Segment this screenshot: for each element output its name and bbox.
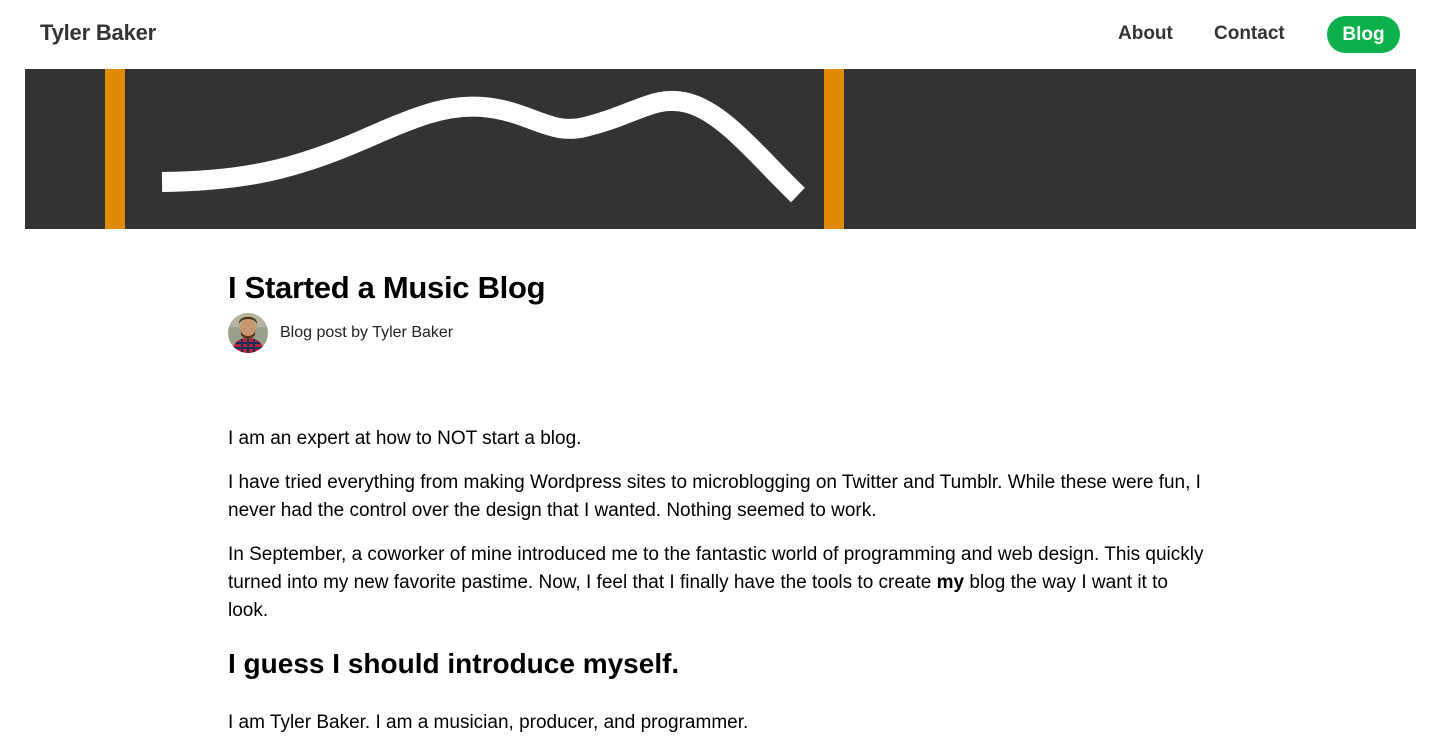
post-paragraph: I am an expert at how to NOT start a blo… <box>228 428 582 449</box>
nav-link-about[interactable]: About <box>1118 23 1173 45</box>
banner-background <box>25 69 1416 229</box>
post-paragraph: In September, a coworker of mine introdu… <box>228 541 1208 625</box>
brand-link[interactable]: Tyler Baker <box>40 20 156 46</box>
emphasis-text: my <box>936 572 965 593</box>
post-byline: Blog post by Tyler Baker <box>228 313 453 353</box>
hero-banner <box>25 69 1416 229</box>
top-nav: Tyler Baker About Contact Blog <box>0 0 1440 69</box>
post-paragraph: I have tried everything from making Word… <box>228 472 1201 521</box>
post-paragraph: I am Tyler Baker. I am a musician, produ… <box>228 712 749 733</box>
nav-link-contact[interactable]: Contact <box>1214 23 1285 45</box>
banner-stripe-right <box>824 69 844 229</box>
author-avatar <box>228 313 268 353</box>
banner-stripe-left <box>105 69 125 229</box>
post-title: I Started a Music Blog <box>228 270 546 305</box>
section-heading: I guess I should introduce myself. <box>228 648 680 679</box>
byline-text: Blog post by Tyler Baker <box>280 324 454 341</box>
nav-link-blog[interactable]: Blog <box>1327 16 1400 53</box>
